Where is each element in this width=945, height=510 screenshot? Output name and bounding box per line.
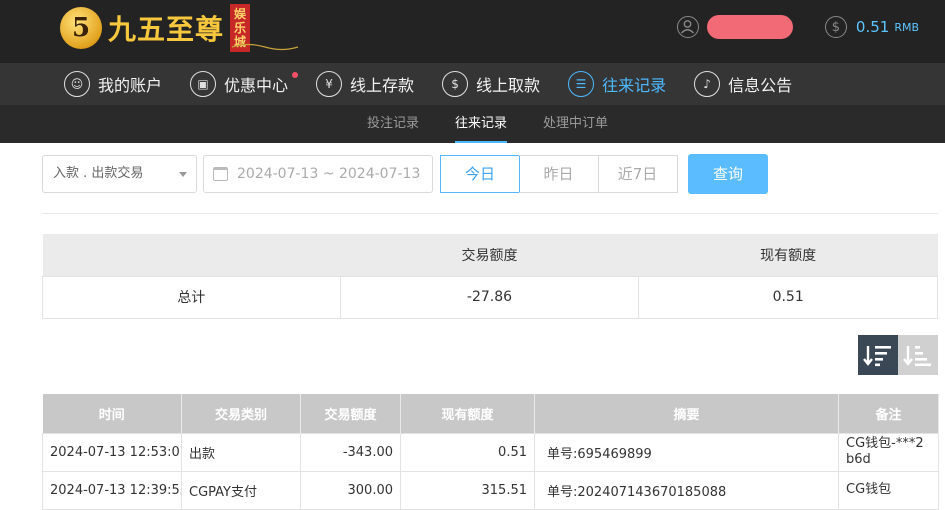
col-header-time[interactable]: 时间 bbox=[42, 394, 182, 433]
balance-amount: 0.51 bbox=[855, 18, 890, 36]
logo-flourish-icon bbox=[231, 43, 299, 51]
nav-item-3[interactable]: $ 线上取款 bbox=[442, 63, 540, 105]
quick-yesterday-button[interactable]: 昨日 bbox=[519, 155, 599, 193]
main-nav: ☺ 我的账户 ▣ 优惠中心 ¥ 线上存款 $ 线上取款 ☰ 往来记录 ♪ 信息公告 bbox=[0, 63, 945, 105]
sort-descending-button[interactable] bbox=[858, 335, 898, 375]
cell-amount: 300.00 bbox=[300, 470, 401, 510]
notification-dot bbox=[292, 72, 299, 78]
calendar-icon bbox=[213, 167, 228, 181]
col-header-balance[interactable]: 现有额度 bbox=[400, 394, 535, 433]
subnav-bet-records[interactable]: 投注记录 bbox=[367, 105, 419, 143]
cell-summary: 单号:202407143670185088 bbox=[534, 470, 839, 510]
quick-today-button[interactable]: 今日 bbox=[440, 155, 520, 193]
summary-header-blank bbox=[42, 234, 341, 276]
gift-icon: ▣ bbox=[190, 71, 217, 97]
cell-type: CGPAY支付 bbox=[181, 470, 301, 510]
sub-nav: 投注记录 往来记录 处理中订单 bbox=[0, 105, 945, 143]
divider bbox=[42, 213, 938, 214]
sort-ascending-icon bbox=[903, 346, 931, 367]
bell-icon: ♪ bbox=[694, 71, 721, 97]
sort-descending-icon bbox=[863, 346, 891, 367]
col-header-summary[interactable]: 摘要 bbox=[534, 394, 839, 433]
date-range-input[interactable]: 2024-07-13 ~ 2024-07-13 bbox=[203, 155, 433, 193]
cell-type: 出款 bbox=[181, 432, 301, 472]
nav-item-label: 我的账户 bbox=[98, 76, 163, 95]
chevron-down-icon bbox=[179, 172, 187, 177]
summary-header-balance: 现有额度 bbox=[638, 234, 938, 276]
cell-summary: 单号:695469899 bbox=[534, 432, 839, 472]
summary-table: 交易额度 现有额度 总计 -27.86 0.51 bbox=[42, 234, 938, 319]
nav-item-5[interactable]: ♪ 信息公告 bbox=[694, 63, 792, 105]
user-circle-icon: ☺ bbox=[64, 71, 90, 97]
dollar-coin-icon: $ bbox=[824, 16, 847, 38]
records-document-icon: ☰ bbox=[568, 71, 595, 97]
records-header-row: 时间 交易类别 交易额度 现有额度 摘要 备注 bbox=[42, 394, 939, 433]
nav-item-label: 线上取款 bbox=[476, 76, 541, 95]
subnav-transaction-records[interactable]: 往来记录 bbox=[455, 105, 508, 143]
quick-7days-button[interactable]: 近7日 bbox=[598, 155, 678, 193]
nav-item-4[interactable]: ☰ 往来记录 bbox=[568, 63, 666, 105]
deposit-hand-icon: ¥ bbox=[316, 71, 343, 97]
summary-header-row: 交易额度 现有额度 bbox=[42, 234, 938, 276]
top-bar: 5 九五至尊 娱 乐 城 $ 0.51 RMB bbox=[0, 0, 945, 63]
brand-name: 九五至尊 bbox=[108, 13, 225, 46]
summary-header-amount: 交易额度 bbox=[340, 234, 639, 276]
nav-item-2[interactable]: ¥ 线上存款 bbox=[316, 63, 414, 105]
records-table: 时间 交易类别 交易额度 现有额度 摘要 备注 2024-07-13 12:53… bbox=[42, 394, 939, 510]
summary-total-balance: 0.51 bbox=[638, 275, 938, 319]
table-row[interactable]: 2024-07-13 12:39:55 CGPAY支付 300.00 315.5… bbox=[42, 470, 939, 510]
cell-note: CG钱包-***2b6d bbox=[838, 432, 939, 472]
summary-total-row: 总计 -27.86 0.51 bbox=[42, 275, 938, 319]
subnav-pending-orders[interactable]: 处理中订单 bbox=[543, 105, 608, 143]
table-row[interactable]: 2024-07-13 12:53:07 出款 -343.00 0.51 单号:6… bbox=[42, 432, 939, 472]
col-header-note[interactable]: 备注 bbox=[838, 394, 939, 433]
username-redacted bbox=[706, 15, 793, 39]
nav-item-label: 往来记录 bbox=[602, 76, 667, 95]
nav-item-0[interactable]: ☺ 我的账户 bbox=[64, 63, 162, 105]
cell-note: CG钱包 bbox=[838, 470, 939, 510]
withdraw-dollar-icon: $ bbox=[442, 71, 469, 97]
summary-total-label: 总计 bbox=[42, 275, 341, 319]
cell-time: 2024-07-13 12:39:55 bbox=[42, 470, 182, 510]
col-header-type[interactable]: 交易类别 bbox=[181, 394, 301, 433]
user-area: $ 0.51 RMB bbox=[676, 12, 919, 42]
nav-item-label: 信息公告 bbox=[728, 76, 793, 95]
nav-item-label: 线上存款 bbox=[350, 76, 415, 95]
cell-balance: 0.51 bbox=[400, 432, 535, 472]
col-header-amount[interactable]: 交易额度 bbox=[300, 394, 401, 433]
logo-badge: 5 bbox=[60, 7, 102, 49]
cell-time: 2024-07-13 12:53:07 bbox=[42, 432, 182, 472]
balance-currency: RMB bbox=[894, 20, 919, 34]
brand-logo[interactable]: 5 九五至尊 娱 乐 城 bbox=[60, 0, 299, 56]
summary-total-amount: -27.86 bbox=[339, 275, 640, 319]
nav-item-label: 优惠中心 bbox=[224, 76, 289, 95]
cell-amount: -343.00 bbox=[300, 432, 401, 472]
sort-ascending-button[interactable] bbox=[898, 335, 938, 375]
transaction-type-select[interactable]: 入款 . 出款交易 bbox=[42, 155, 197, 193]
query-button[interactable]: 查询 bbox=[688, 154, 768, 194]
nav-item-1[interactable]: ▣ 优惠中心 bbox=[190, 63, 299, 105]
cell-balance: 315.51 bbox=[400, 470, 535, 510]
user-avatar-icon[interactable] bbox=[676, 16, 699, 38]
